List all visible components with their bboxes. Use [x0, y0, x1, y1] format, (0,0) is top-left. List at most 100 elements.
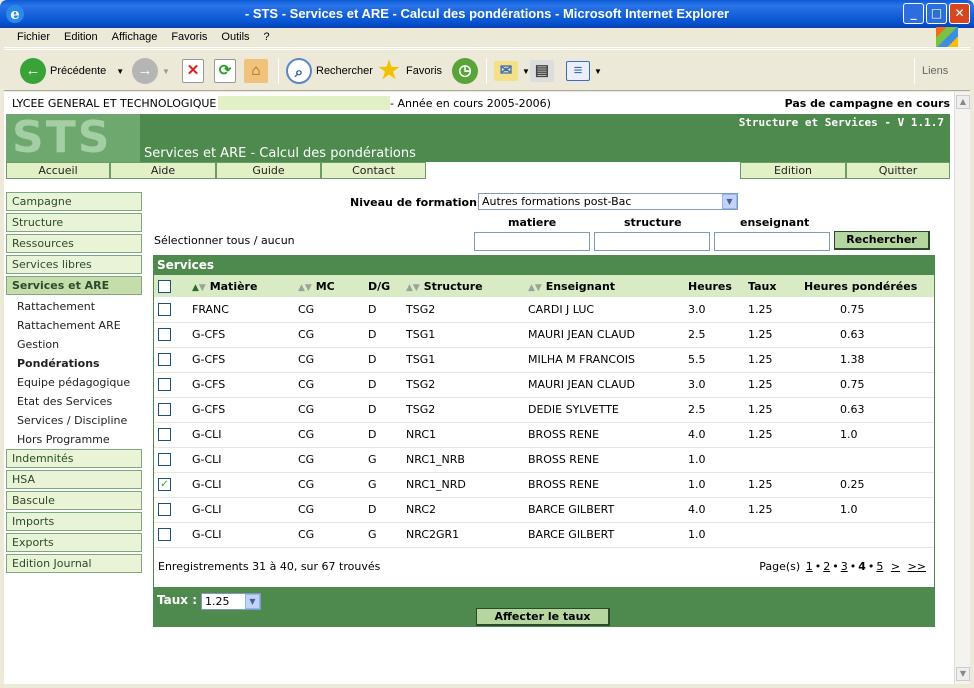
edit-button[interactable]: ≡ ▼ — [566, 56, 602, 86]
table-cell: BARCE GILBERT — [524, 497, 684, 523]
back-dropdown-icon[interactable]: ▼ — [116, 67, 124, 76]
links-button[interactable]: Liens — [922, 56, 948, 86]
app-version: Structure et Services - V 1.1.7 — [738, 116, 944, 129]
menu-favoris[interactable]: Favoris — [164, 28, 214, 43]
favorites-button[interactable]: ★ Favoris — [376, 56, 442, 86]
tab-contact[interactable]: Contact — [321, 162, 426, 179]
sort-asc-icon[interactable]: ▲ — [298, 283, 305, 293]
sidebar-sub-etat-des-services[interactable]: Etat des Services — [6, 392, 142, 411]
page-link-2[interactable]: 2 — [823, 560, 830, 573]
sidebar-sub-services-discipline[interactable]: Services / Discipline — [6, 411, 142, 430]
sidebar-item-ressources[interactable]: Ressources — [6, 234, 142, 253]
page-link-3[interactable]: 3 — [841, 560, 848, 573]
taux-select[interactable]: 1.25 ▼ — [201, 593, 261, 610]
structure-input[interactable] — [594, 232, 710, 251]
next-page-link[interactable]: > — [891, 560, 900, 573]
sidebar-sub-ponderations[interactable]: Pondérations — [6, 354, 142, 373]
sidebar-sub-equipe-pedagogique[interactable]: Equipe pédagogique — [6, 373, 142, 392]
menu-outils[interactable]: Outils — [214, 28, 256, 43]
table-cell — [744, 447, 800, 473]
home-button[interactable]: ⌂ — [244, 56, 272, 86]
sidebar-sub-gestion[interactable]: Gestion — [6, 335, 142, 354]
sidebar-item-services-et-are[interactable]: Services et ARE — [6, 276, 142, 295]
sidebar-item-edition-journal[interactable]: Edition Journal — [6, 554, 142, 573]
scroll-down-icon[interactable]: ▼ — [956, 667, 970, 681]
sidebar-sub-rattachement-are[interactable]: Rattachement ARE — [6, 316, 142, 335]
table-cell: NRC1_NRB — [402, 447, 524, 473]
scroll-up-icon[interactable]: ▲ — [956, 95, 970, 109]
sidebar-item-imports[interactable]: Imports — [6, 512, 142, 531]
sort-desc-icon[interactable]: ▼ — [413, 283, 420, 293]
forward-button[interactable]: → ▼ — [132, 56, 170, 86]
table-cell: G-CFS — [188, 347, 294, 373]
table-row: ✓ G-CLI CG G NRC1_NRD BROSS RENE 1.0 1.25 0.25 — [154, 472, 934, 498]
niveau-select[interactable]: Autres formations post-Bac ▼ — [478, 193, 738, 210]
back-button[interactable]: ← Précédente ▼ — [20, 56, 124, 86]
mail-button[interactable]: ✉ ▼ — [494, 56, 530, 86]
sidebar-sub-rattachement[interactable]: Rattachement — [6, 297, 142, 316]
tab-aide[interactable]: Aide — [110, 162, 216, 179]
sort-asc-icon[interactable]: ▲ — [192, 283, 199, 293]
table-cell: 1.25 — [744, 472, 800, 498]
window-title: - STS - Services et ARE - Calcul des pon… — [244, 6, 730, 21]
tab-edition[interactable]: Edition — [740, 162, 846, 179]
sidebar-item-exports[interactable]: Exports — [6, 533, 142, 552]
menu-fichier[interactable]: Fichier — [10, 28, 57, 43]
row-checkbox[interactable] — [158, 428, 171, 442]
row-checkbox[interactable] — [158, 303, 171, 316]
last-page-link[interactable]: >> — [908, 560, 926, 573]
refresh-button[interactable]: ⟳ — [214, 56, 240, 86]
row-checkbox[interactable] — [158, 353, 171, 367]
sidebar-item-hsa[interactable]: HSA — [6, 470, 142, 489]
sort-desc-icon[interactable]: ▼ — [199, 283, 206, 293]
row-checkbox[interactable] — [158, 503, 171, 517]
nav-tabs: Accueil Aide Guide Contact Edition Quitt… — [6, 162, 950, 179]
table-cell: CG — [294, 447, 364, 473]
row-checkbox[interactable] — [158, 378, 171, 392]
menu-edition[interactable]: Edition — [57, 28, 105, 43]
row-checkbox[interactable] — [158, 403, 171, 417]
sort-asc-icon[interactable]: ▲ — [406, 283, 413, 293]
row-checkbox[interactable] — [158, 328, 171, 342]
row-checkbox[interactable] — [158, 528, 171, 542]
sidebar-item-structure[interactable]: Structure — [6, 213, 142, 232]
select-none-link[interactable]: aucun — [261, 234, 295, 247]
tab-quitter[interactable]: Quitter — [846, 162, 950, 179]
sort-desc-icon[interactable]: ▼ — [305, 283, 312, 293]
page-link-1[interactable]: 1 — [806, 560, 813, 573]
sort-desc-icon[interactable]: ▼ — [535, 283, 542, 293]
minimize-button[interactable]: _ — [903, 3, 924, 24]
page-link-5[interactable]: 5 — [876, 560, 883, 573]
table-cell — [744, 522, 800, 548]
records-count: Enregistrements 31 à 40, sur 67 trouvés — [158, 560, 381, 573]
tab-guide[interactable]: Guide — [216, 162, 321, 179]
table-cell: NRC2 — [402, 497, 524, 523]
print-button[interactable]: ▤ — [530, 56, 558, 86]
sidebar-item-campagne[interactable]: Campagne — [6, 192, 142, 211]
page-title: Services et ARE - Calcul des pondération… — [144, 146, 416, 161]
search-button[interactable]: ⌕ Rechercher — [286, 56, 373, 86]
enseignant-input[interactable] — [714, 232, 830, 251]
search-submit-button[interactable]: Rechercher — [834, 231, 930, 250]
sidebar-item-services-libres[interactable]: Services libres — [6, 255, 142, 274]
close-button[interactable]: ✕ — [949, 3, 970, 24]
row-checkbox[interactable]: ✓ — [158, 478, 171, 492]
maximize-button[interactable]: □ — [926, 3, 947, 24]
history-button[interactable]: ◷ — [452, 56, 482, 86]
apply-taux-button[interactable]: Affecter le taux — [476, 608, 610, 626]
sidebar-item-bascule[interactable]: Bascule — [6, 491, 142, 510]
matiere-input[interactable] — [474, 232, 590, 251]
vertical-scrollbar[interactable]: ▲ ▼ — [954, 92, 970, 684]
sidebar-item-indemnites[interactable]: Indemnités — [6, 449, 142, 468]
sort-asc-icon[interactable]: ▲ — [528, 283, 535, 293]
table-cell: CG — [294, 372, 364, 398]
campaign-status: Pas de campagne en cours — [784, 97, 950, 110]
sidebar-sub-hors-programme[interactable]: Hors Programme — [6, 430, 142, 449]
row-checkbox[interactable] — [158, 453, 171, 467]
select-all-link[interactable]: tous — [226, 234, 250, 247]
select-all-checkbox[interactable] — [158, 279, 171, 293]
tab-accueil[interactable]: Accueil — [6, 162, 110, 179]
menu-help[interactable]: ? — [257, 28, 277, 43]
menu-affichage[interactable]: Affichage — [105, 28, 165, 43]
stop-button[interactable]: ✕ — [182, 56, 208, 86]
